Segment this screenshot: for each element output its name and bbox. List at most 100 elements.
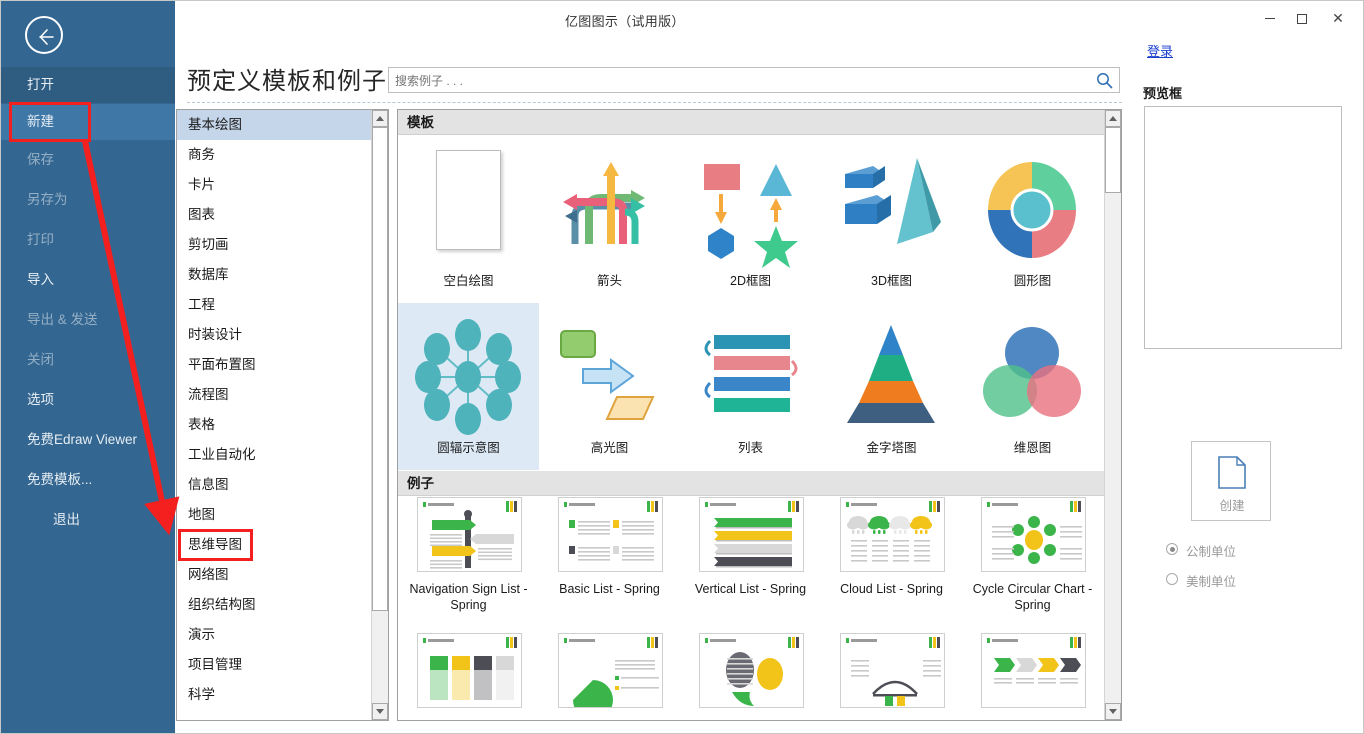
scroll-down-icon[interactable]	[372, 703, 388, 720]
vertical-list-thumbnail	[705, 501, 799, 568]
search-box[interactable]	[388, 67, 1120, 93]
category-item[interactable]: 数据库	[177, 260, 388, 290]
template-label: 圆辐示意图	[437, 441, 500, 455]
venn-thumbnail	[983, 327, 1081, 417]
maximize-icon	[1297, 14, 1307, 25]
maximize-button[interactable]	[1287, 7, 1317, 29]
category-item[interactable]: 图表	[177, 200, 388, 230]
pyramid-thumbnail	[847, 325, 935, 423]
template-thumbnail	[680, 311, 821, 436]
category-item[interactable]: 演示	[177, 620, 388, 650]
block-3d-thumbnail	[845, 158, 941, 244]
category-list[interactable]: 基本绘图 商务 卡片 图表 剪切画 数据库 工程 时装设计 平面布置图 流程图 表格 工业自动化 信息图…	[176, 109, 389, 721]
example-thumbnail	[840, 633, 945, 708]
sidebar-item-edraw-viewer[interactable]: 免费Edraw Viewer	[1, 422, 175, 458]
create-button-label: 创建	[1219, 499, 1245, 513]
template-card[interactable]: 3D框图	[821, 136, 962, 303]
sidebar-item-save[interactable]: 保存	[1, 142, 175, 178]
back-arrow-icon[interactable]	[25, 16, 63, 54]
gallery-scrollbar[interactable]	[1104, 110, 1121, 720]
title-bar: 亿图图示（试用版） ✕	[175, 1, 1363, 35]
template-card[interactable]: 圆辐示意图	[398, 303, 539, 470]
example-card[interactable]: Navigation Sign List - Spring	[398, 497, 539, 627]
template-card[interactable]: 2D框图	[680, 136, 821, 303]
template-card[interactable]: 空白绘图	[398, 136, 539, 303]
example-card[interactable]: Cloud List - Spring	[821, 497, 962, 627]
sidebar-item-print[interactable]: 打印	[1, 222, 175, 258]
example-card[interactable]: Basic List - Spring	[539, 497, 680, 627]
sidebar-item-open[interactable]: 打开	[1, 67, 175, 103]
category-item[interactable]: 时装设计	[177, 320, 388, 350]
category-item[interactable]: 商务	[177, 140, 388, 170]
edraw-backstage-window: 亿图图示（试用版） ✕ 登录 打开 新建 保存 另存为 打印 导入 导出 & 发…	[0, 0, 1364, 734]
category-item[interactable]: 网络图	[177, 560, 388, 590]
sidebar-item-import[interactable]: 导入	[1, 262, 175, 298]
category-scroll-thumb[interactable]	[372, 127, 388, 611]
template-label: 3D框图	[871, 274, 912, 288]
preview-panel: 预览框 创建 公制单位 美制单位	[1131, 56, 1363, 716]
scroll-down-icon[interactable]	[1105, 703, 1121, 720]
category-item[interactable]: 平面布置图	[177, 350, 388, 380]
example-thumbnail	[417, 633, 522, 708]
template-card[interactable]: 金字塔图	[821, 303, 962, 470]
category-item[interactable]: 信息图	[177, 470, 388, 500]
category-item[interactable]: 地图	[177, 500, 388, 530]
radio-metric-units[interactable]: 公制单位	[1166, 541, 1236, 560]
back-arrow-glyph	[39, 29, 54, 45]
template-card[interactable]: 列表	[680, 303, 821, 470]
category-item[interactable]: 卡片	[177, 170, 388, 200]
template-card[interactable]: 维恩图	[962, 303, 1103, 470]
category-item[interactable]: 项目管理	[177, 650, 388, 680]
scroll-up-icon[interactable]	[1105, 110, 1121, 127]
bridge-list-thumbnail	[846, 637, 941, 706]
search-input[interactable]	[395, 72, 1085, 90]
category-item[interactable]: 工业自动化	[177, 440, 388, 470]
circular-thumbnail	[988, 162, 1076, 258]
blank-page-icon	[436, 150, 501, 250]
template-thumbnail	[539, 311, 680, 436]
sidebar-item-free-templates[interactable]: 免费模板...	[1, 462, 175, 498]
category-item[interactable]: 组织结构图	[177, 590, 388, 620]
category-item[interactable]: 基本绘图	[177, 110, 388, 140]
close-button[interactable]: ✕	[1323, 7, 1353, 29]
example-thumbnail	[699, 497, 804, 572]
scroll-up-icon[interactable]	[372, 110, 388, 127]
list-thumbnail	[704, 335, 798, 412]
minimize-button[interactable]	[1255, 7, 1285, 29]
gallery-scroll-thumb[interactable]	[1105, 127, 1121, 193]
create-button[interactable]: 创建	[1191, 441, 1271, 521]
example-label: Cycle Circular Chart - Spring	[972, 582, 1093, 612]
sidebar-item-save-as[interactable]: 另存为	[1, 182, 175, 218]
category-item[interactable]: 剪切画	[177, 230, 388, 260]
category-item[interactable]: 表格	[177, 410, 388, 440]
sidebar-item-exit[interactable]: 退出	[1, 502, 175, 538]
template-card[interactable]: 高光图	[539, 303, 680, 470]
example-thumbnail	[840, 497, 945, 572]
annotation-box-mindmap	[178, 529, 253, 561]
basic-list-thumbnail	[564, 501, 658, 561]
cloud-list-thumbnail	[846, 501, 940, 562]
preview-panel-title: 预览框	[1143, 86, 1183, 101]
templates-section-header: 模板	[398, 110, 1106, 135]
template-card[interactable]: 圆形图	[962, 136, 1103, 303]
radio-us-units[interactable]: 美制单位	[1166, 571, 1237, 590]
example-card[interactable]: Vertical List - Spring	[680, 497, 821, 627]
highlight-thumbnail	[560, 330, 655, 420]
search-icon[interactable]	[1096, 72, 1113, 89]
annotation-box-new	[9, 102, 91, 142]
category-scrollbar[interactable]	[371, 110, 388, 720]
example-card[interactable]: Cycle Circular Chart - Spring	[962, 497, 1103, 627]
sidebar-item-close[interactable]: 关闭	[1, 342, 175, 378]
template-gallery: 模板 空白绘图 箭头 2D框图 3D框图 圆形图 圆辐示意图 高光图 列表 金字塔图 维恩图 例子…	[397, 109, 1122, 721]
template-card[interactable]: 箭头	[539, 136, 680, 303]
category-item[interactable]: 科学	[177, 680, 388, 710]
radio-off-icon	[1166, 573, 1178, 585]
radio-us-label: 美制单位	[1186, 575, 1237, 589]
category-item[interactable]: 流程图	[177, 380, 388, 410]
sidebar-item-export[interactable]: 导出 & 发送	[1, 302, 175, 338]
category-item[interactable]: 工程	[177, 290, 388, 320]
sidebar-item-options[interactable]: 选项	[1, 382, 175, 418]
templates-grid: 空白绘图 箭头 2D框图 3D框图 圆形图圆辐示意图 高光图 列表 金字塔图 维恩图	[398, 136, 1106, 471]
template-label: 2D框图	[730, 274, 771, 288]
pie-list-thumbnail	[564, 637, 659, 707]
